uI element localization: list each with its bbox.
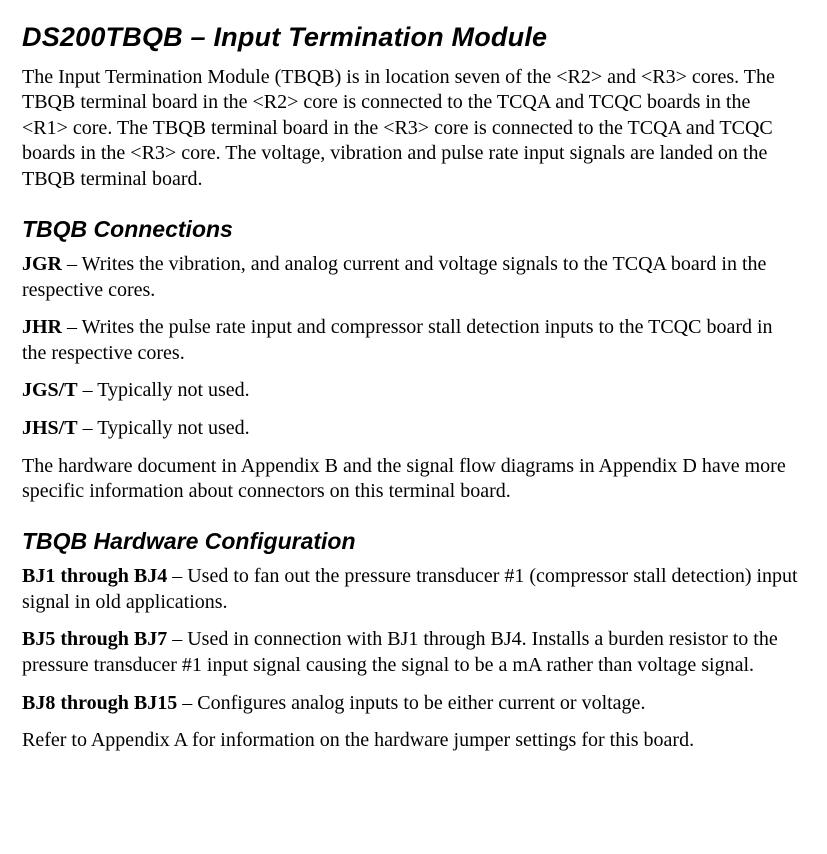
connections-heading: TBQB Connections (22, 215, 799, 244)
connection-sep: – (78, 417, 98, 439)
hardware-item: BJ5 through BJ7 – Used in connection wit… (22, 627, 799, 678)
connection-desc: Writes the vibration, and analog current… (22, 253, 766, 301)
page-title: DS200TBQB – Input Termination Module (22, 20, 799, 55)
connection-sep: – (62, 253, 82, 275)
hardware-label: BJ5 through BJ7 (22, 628, 167, 650)
connection-sep: – (62, 316, 82, 338)
hardware-label: BJ1 through BJ4 (22, 565, 167, 587)
connection-sep: – (78, 379, 98, 401)
hardware-sep: – (177, 692, 197, 714)
intro-paragraph: The Input Termination Module (TBQB) is i… (22, 65, 799, 193)
connection-item: JGS/T – Typically not used. (22, 378, 799, 404)
connection-item: JHR – Writes the pulse rate input and co… (22, 315, 799, 366)
hardware-item: BJ1 through BJ4 – Used to fan out the pr… (22, 564, 799, 615)
hardware-trailing: Refer to Appendix A for information on t… (22, 728, 799, 754)
connection-label: JGS/T (22, 379, 78, 401)
hardware-item: BJ8 through BJ15 – Configures analog inp… (22, 691, 799, 717)
connection-desc: Typically not used. (97, 417, 249, 439)
hardware-heading: TBQB Hardware Configuration (22, 527, 799, 556)
connection-item: JHS/T – Typically not used. (22, 416, 799, 442)
hardware-sep: – (167, 565, 187, 587)
hardware-label: BJ8 through BJ15 (22, 692, 177, 714)
connection-label: JHR (22, 316, 62, 338)
connection-label: JGR (22, 253, 62, 275)
connection-desc: Writes the pulse rate input and compress… (22, 316, 773, 364)
connection-item: JGR – Writes the vibration, and analog c… (22, 252, 799, 303)
connection-desc: Typically not used. (97, 379, 249, 401)
hardware-desc: Configures analog inputs to be either cu… (197, 692, 645, 714)
connection-label: JHS/T (22, 417, 78, 439)
connections-trailing: The hardware document in Appendix B and … (22, 454, 799, 505)
hardware-sep: – (167, 628, 187, 650)
